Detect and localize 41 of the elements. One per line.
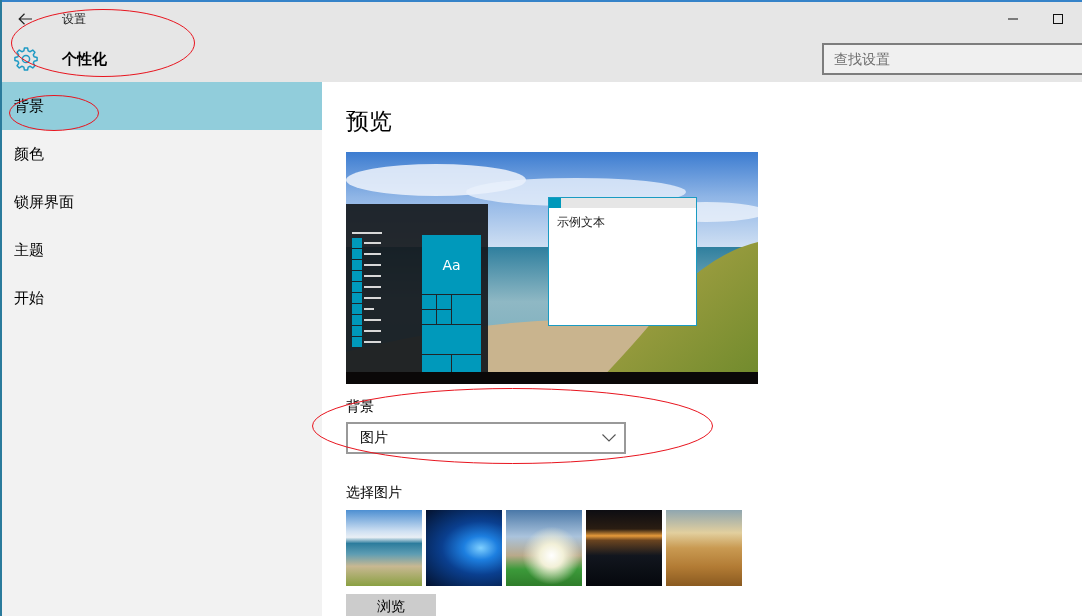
sidebar-item[interactable]: 锁屏界面 [2,178,322,226]
wallpaper-thumbnail[interactable] [666,510,742,586]
wallpaper-thumbnail[interactable] [426,510,502,586]
wallpaper-thumbnail[interactable] [506,510,582,586]
field-label: 选择图片 [346,483,402,502]
tile [422,325,481,354]
section-heading: 预览 [346,107,392,136]
field-label: 背景 [346,397,374,416]
sidebar-item[interactable]: 背景 [2,82,322,130]
window-title: 设置 [62,10,86,28]
wallpaper-thumbnail[interactable] [346,510,422,586]
tile [422,310,436,324]
app-entry-icon [352,293,382,303]
sample-text: 示例文本 [557,214,605,231]
tile [452,295,481,324]
search-field[interactable]: 查找设置 [822,43,1082,75]
tile: Aa [422,235,481,294]
tile [437,310,451,324]
maximize-icon[interactable] [1053,14,1063,24]
app-entry-icon [352,326,382,336]
tile [422,295,436,309]
app-entry-icon [352,315,382,325]
sidebar-item[interactable]: 开始 [2,274,322,322]
tile [437,295,451,309]
app-entry-icon [352,249,382,259]
app-entry-icon [352,271,382,281]
page-title: 个性化 [62,49,107,69]
back-arrow-icon[interactable] [18,13,32,25]
app-entry-icon [352,282,382,292]
app-entry-icon [352,238,382,248]
sidebar-item[interactable]: 主题 [2,226,322,274]
chevron-down-icon [602,434,616,442]
background-dropdown[interactable]: 图片 [346,422,626,454]
sidebar-item[interactable]: 颜色 [2,130,322,178]
settings-gear-icon [14,47,38,71]
browse-button[interactable]: 浏览 [346,594,436,616]
app-entry-icon [352,337,382,347]
app-entry-icon [352,260,382,270]
heading-placeholder-line [352,232,382,234]
wallpaper-thumbnail[interactable] [586,510,662,586]
accent-square-icon [549,198,561,208]
